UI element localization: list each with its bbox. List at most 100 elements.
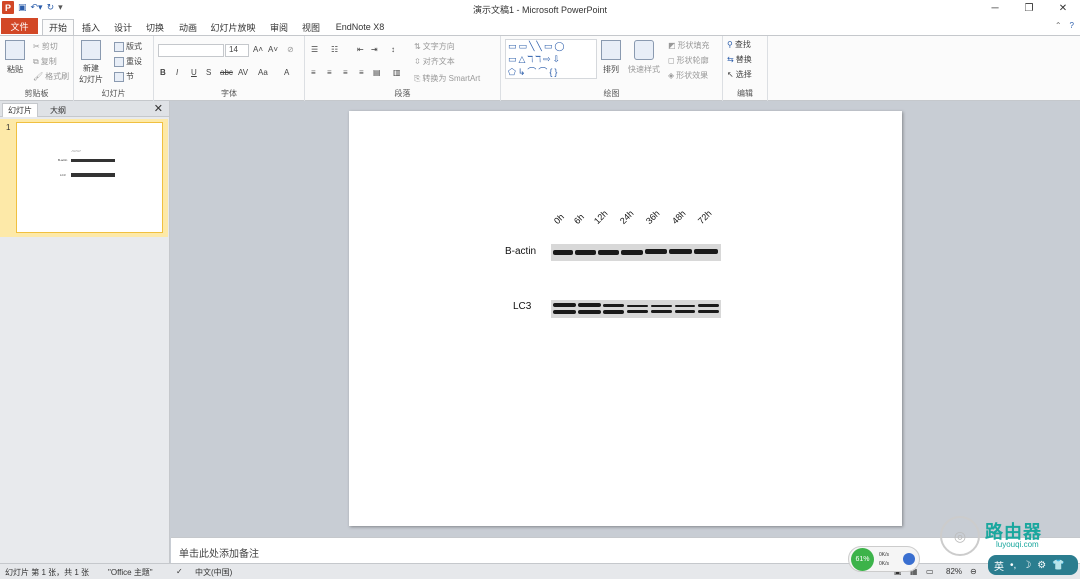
- close-button[interactable]: ✕: [1046, 0, 1080, 17]
- paragraph-group: ☰ ☷ ⇤ ⇥ ↕ ≡ ≡ ≡ ≡ ▤ ▥ ⇅ 文字方向 ⇳ 对齐文本 ⎘ 转换为 S…: [305, 36, 501, 101]
- tab-insert[interactable]: 插入: [78, 19, 104, 35]
- lc3-blot-image[interactable]: [551, 300, 721, 318]
- tab-slides-pane[interactable]: 幻灯片: [2, 103, 38, 117]
- distribute-icon[interactable]: ▤: [373, 68, 381, 77]
- bullets-icon[interactable]: ☰: [311, 45, 318, 54]
- ime-punctuation-icon[interactable]: •,: [1010, 560, 1016, 571]
- paste-icon: [5, 40, 25, 60]
- paste-button[interactable]: 粘贴: [5, 40, 25, 75]
- shadow-icon[interactable]: S: [206, 68, 211, 77]
- tab-slideshow[interactable]: 幻灯片放映: [207, 19, 259, 35]
- slide-thumbnail[interactable]: ⁄ ⁄ ⁄ ⁄ ⁄ ⁄ ⁄ B-actin LC3: [16, 122, 163, 233]
- zoom-out-icon[interactable]: ⊖: [970, 567, 977, 576]
- copy-icon: ⧉: [33, 56, 39, 66]
- replace-button[interactable]: ⇆ 替换: [727, 54, 752, 65]
- blot-band: [575, 250, 596, 255]
- new-slide-button[interactable]: 新建 幻灯片: [79, 40, 103, 84]
- text-direction-button[interactable]: ⇅ 文字方向: [414, 41, 455, 52]
- help-icon[interactable]: ?: [1070, 21, 1074, 30]
- language-status[interactable]: 中文(中国): [195, 567, 232, 578]
- copy-button[interactable]: ⧉ 复制: [33, 56, 57, 67]
- ime-language[interactable]: 英: [994, 558, 1004, 573]
- section-button[interactable]: 节: [114, 71, 134, 82]
- ime-shirt-icon[interactable]: 👕: [1052, 560, 1064, 571]
- spell-check-icon[interactable]: ✓: [176, 567, 183, 576]
- grow-font-icon[interactable]: A˄: [253, 45, 263, 54]
- strikethrough-icon[interactable]: abc: [220, 68, 233, 77]
- char-spacing-icon[interactable]: AV: [238, 68, 248, 77]
- align-right-icon[interactable]: ≡: [343, 68, 348, 77]
- shape-fill-button[interactable]: ◩ 形状填充: [668, 40, 710, 51]
- columns-icon[interactable]: ▥: [393, 68, 401, 77]
- zoom-level[interactable]: 82%: [946, 567, 962, 576]
- shape-outline-button[interactable]: ◻ 形状轮廓: [668, 55, 709, 66]
- find-button[interactable]: ⚲ 查找: [727, 39, 751, 50]
- tab-animations[interactable]: 动画: [175, 19, 201, 35]
- align-text-button[interactable]: ⇳ 对齐文本: [414, 56, 455, 67]
- slide-count-status: 幻灯片 第 1 张，共 1 张: [5, 568, 90, 577]
- shapes-gallery[interactable]: ▭▭╲╲▭◯ ▭△ℸℸ⇨⇩ ⬠↳⌒⌒{}: [505, 39, 597, 79]
- thumb-row-label: LC3: [60, 173, 66, 177]
- theme-status[interactable]: "Office 主题": [108, 567, 153, 578]
- font-size-combo[interactable]: 14: [225, 44, 249, 57]
- tab-home[interactable]: 开始: [42, 19, 74, 35]
- font-color-icon[interactable]: A: [284, 68, 289, 77]
- arrange-icon: [601, 40, 621, 60]
- cut-button[interactable]: ✂ 剪切: [33, 41, 58, 52]
- shapes-row: ⬠↳⌒⌒{}: [508, 67, 560, 77]
- ime-moon-icon[interactable]: ☽: [1022, 560, 1031, 571]
- quick-styles-button[interactable]: 快速样式: [628, 40, 660, 75]
- shrink-font-icon[interactable]: A˅: [268, 45, 278, 54]
- tab-design[interactable]: 设计: [110, 19, 136, 35]
- tab-endnote[interactable]: EndNote X8: [332, 19, 388, 35]
- ime-toolbar[interactable]: 英 •, ☽ ⚙ 👕: [988, 555, 1078, 575]
- decrease-indent-icon[interactable]: ⇤: [357, 45, 364, 54]
- restore-button[interactable]: ❐: [1012, 0, 1046, 17]
- blot-band: [698, 310, 719, 313]
- notes-placeholder: 单击此处添加备注: [179, 549, 259, 560]
- reading-view-icon[interactable]: ▭: [926, 567, 934, 576]
- convert-smartart-button[interactable]: ⎘ 转换为 SmartArt: [414, 73, 480, 84]
- slide-canvas[interactable]: 0h 6h 12h 24h 36h 48h 72h B-actin LC3: [349, 111, 902, 526]
- align-left-icon[interactable]: ≡: [311, 68, 316, 77]
- blot-band: [578, 303, 601, 307]
- close-pane-icon[interactable]: ✕: [154, 102, 163, 115]
- clear-format-icon[interactable]: ⊘: [287, 45, 294, 54]
- arrange-button[interactable]: 排列: [601, 40, 621, 75]
- tab-outline-pane[interactable]: 大纲: [42, 103, 74, 117]
- select-icon: ↖: [727, 70, 734, 79]
- increase-indent-icon[interactable]: ⇥: [371, 45, 378, 54]
- blot-band: [627, 305, 648, 307]
- bold-icon[interactable]: B: [160, 68, 166, 77]
- format-painter-button[interactable]: 🖌 格式刷: [33, 71, 69, 82]
- numbering-icon[interactable]: ☷: [331, 45, 338, 54]
- align-center-icon[interactable]: ≡: [327, 68, 332, 77]
- tab-file[interactable]: 文件: [1, 18, 38, 34]
- change-case-icon[interactable]: Aa: [258, 68, 268, 77]
- select-button[interactable]: ↖ 选择: [727, 69, 752, 80]
- tab-review[interactable]: 审阅: [266, 19, 292, 35]
- accelerate-ball-icon[interactable]: [903, 553, 915, 565]
- justify-icon[interactable]: ≡: [359, 68, 364, 77]
- slide-thumbnail-panel: 幻灯片 大纲 ✕ 1 ⁄ ⁄ ⁄ ⁄ ⁄ ⁄ ⁄ B-actin LC3: [0, 101, 170, 563]
- upload-speed: 0K/s: [879, 552, 890, 558]
- shape-effects-button[interactable]: ◈ 形状效果: [668, 70, 708, 81]
- slide-thumbnail-row[interactable]: 1 ⁄ ⁄ ⁄ ⁄ ⁄ ⁄ ⁄ B-actin LC3: [0, 119, 168, 237]
- line-spacing-icon[interactable]: ↕: [391, 45, 395, 54]
- slides-group: 新建 幻灯片 版式 重设 节 幻灯片: [74, 36, 154, 101]
- reset-button[interactable]: 重设: [114, 56, 142, 67]
- underline-icon[interactable]: U: [191, 68, 197, 77]
- shapes-row: ▭△ℸℸ⇨⇩: [508, 54, 563, 64]
- layout-button[interactable]: 版式: [114, 41, 142, 52]
- tab-transitions[interactable]: 切换: [142, 19, 168, 35]
- italic-icon[interactable]: I: [176, 68, 178, 77]
- bactin-blot-image[interactable]: [551, 244, 721, 261]
- network-speed-widget[interactable]: 61% 0K/s 0K/s: [848, 546, 920, 572]
- minimize-button[interactable]: ─: [978, 0, 1012, 17]
- collapse-ribbon-icon[interactable]: ⌃: [1055, 21, 1062, 30]
- brush-icon: 🖌: [33, 72, 44, 81]
- ribbon: 粘贴 ✂ 剪切 ⧉ 复制 🖌 格式刷 剪贴板 新建 幻灯片 版式 重设 节 幻灯片 1…: [0, 35, 1080, 101]
- tab-view[interactable]: 视图: [298, 19, 324, 35]
- font-name-combo[interactable]: [158, 44, 224, 57]
- ime-settings-icon[interactable]: ⚙: [1037, 560, 1046, 571]
